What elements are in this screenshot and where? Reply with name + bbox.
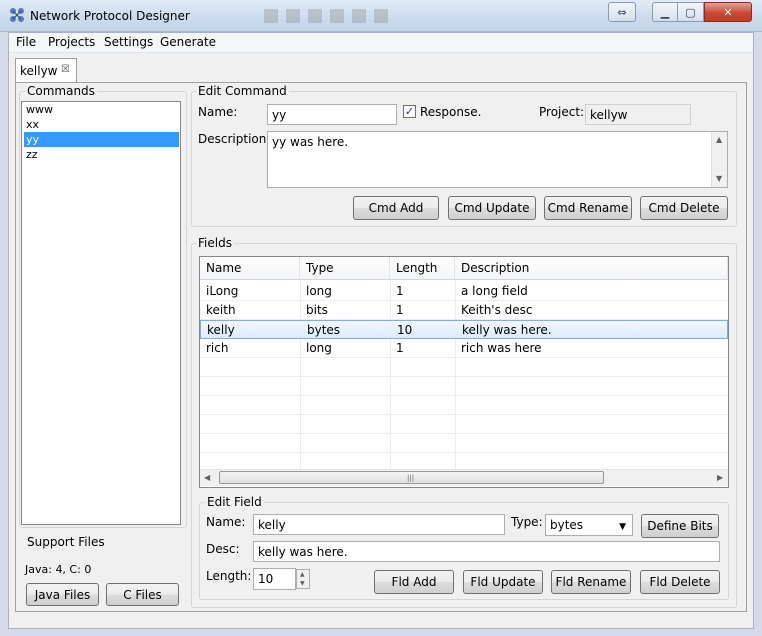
table-row-empty (200, 434, 728, 453)
chevron-down-icon: ▼ (619, 522, 626, 532)
java-files-button[interactable]: Java Files (26, 583, 99, 606)
menu-file[interactable]: File (16, 35, 36, 49)
commands-group-label: Commands (25, 84, 97, 98)
table-row-empty (200, 377, 728, 396)
cell-length: 1 (396, 341, 404, 355)
cell-description: a long field (461, 284, 528, 298)
table-row[interactable]: iLong long 1 a long field (200, 282, 728, 301)
field-name-input[interactable]: kelly (253, 514, 505, 535)
edit-command-label: Edit Command (196, 84, 289, 98)
column-header-type[interactable]: Type (300, 257, 390, 280)
command-name-input[interactable]: yy (267, 104, 397, 125)
cmd-delete-button[interactable]: Cmd Delete (640, 196, 728, 220)
support-files-label: Support Files (25, 535, 107, 549)
background-toolbar-ghost (264, 9, 388, 23)
cell-description: Keith's desc (461, 303, 533, 317)
cell-name: rich (206, 341, 229, 355)
scroll-down-icon[interactable]: ▼ (716, 174, 722, 183)
list-item[interactable]: yy (24, 132, 179, 147)
scroll-right-icon[interactable]: ▶ (717, 473, 723, 482)
project-label: Project: (539, 105, 585, 119)
field-desc-input[interactable]: kelly was here. (253, 541, 720, 562)
edit-field-label: Edit Field (205, 495, 264, 509)
cmd-rename-button[interactable]: Cmd Rename (544, 196, 632, 220)
menu-settings[interactable]: Settings (104, 35, 153, 49)
fields-table[interactable]: Name Type Length Description iLong long … (199, 256, 729, 488)
response-checkbox[interactable]: ✓ (403, 105, 416, 118)
column-header-length[interactable]: Length (390, 257, 455, 280)
window-title: Network Protocol Designer (30, 9, 190, 23)
tab-close-icon[interactable]: ☒ (61, 64, 70, 75)
table-row-empty (200, 396, 728, 415)
length-spinner[interactable]: ▲ ▼ (296, 569, 310, 589)
fld-rename-button[interactable]: Fld Rename (551, 570, 631, 594)
response-label: Response. (420, 105, 482, 119)
spinner-down-icon[interactable]: ▼ (300, 580, 305, 587)
cell-type: long (306, 341, 332, 355)
cell-length: 1 (396, 284, 404, 298)
maximize-button[interactable]: ▢ (678, 2, 704, 22)
cell-name: keith (206, 303, 236, 317)
minimize-button[interactable]: ▁ (652, 2, 678, 22)
fld-update-button[interactable]: Fld Update (463, 570, 543, 594)
close-button[interactable]: ✕ (704, 2, 752, 22)
table-row[interactable]: rich long 1 rich was here (200, 339, 728, 358)
field-type-select[interactable]: bytes ▼ (545, 514, 633, 536)
cmd-add-button[interactable]: Cmd Add (353, 196, 439, 220)
cell-length: 1 (396, 303, 404, 317)
field-length-label: Length: (206, 569, 252, 583)
table-row[interactable]: keith bits 1 Keith's desc (200, 301, 728, 320)
support-files-status: Java: 4, C: 0 (25, 563, 92, 576)
description-scrollbar[interactable]: ▲ ▼ (711, 132, 727, 187)
command-description-input[interactable]: yy was here. (267, 131, 728, 188)
cell-description: kelly was here. (462, 323, 552, 337)
table-row-empty (200, 415, 728, 434)
cmd-update-button[interactable]: Cmd Update (448, 196, 536, 220)
column-header-name[interactable]: Name (200, 257, 300, 280)
fld-delete-button[interactable]: Fld Delete (640, 570, 720, 594)
network-app-icon (10, 8, 24, 22)
cell-type: bytes (307, 323, 341, 337)
table-row-empty (200, 358, 728, 377)
menu-generate[interactable]: Generate (160, 35, 216, 49)
commands-list[interactable]: www xx yy zz (21, 101, 181, 525)
scroll-up-icon[interactable]: ▲ (716, 135, 722, 144)
define-bits-button[interactable]: Define Bits (641, 514, 719, 538)
column-header-description[interactable]: Description (455, 257, 728, 280)
spinner-up-icon[interactable]: ▲ (300, 571, 305, 578)
list-item[interactable]: www (24, 102, 179, 117)
field-length-input[interactable]: 10 (253, 568, 296, 590)
cell-length: 10 (397, 323, 413, 337)
fields-label: Fields (196, 236, 234, 250)
field-name-label: Name: (206, 515, 246, 529)
description-label: Description: (198, 132, 271, 146)
scroll-grip-icon: ||| (407, 474, 415, 482)
scroll-left-icon[interactable]: ◀ (204, 473, 210, 482)
table-row-selected[interactable]: kelly bytes 10 kelly was here. (200, 320, 728, 339)
cell-type: bits (306, 303, 328, 317)
cell-description: rich was here (461, 341, 542, 355)
field-type-label: Type: (511, 515, 543, 529)
cell-name: iLong (206, 284, 239, 298)
list-item[interactable]: zz (24, 147, 179, 162)
fld-add-button[interactable]: Fld Add (374, 570, 454, 594)
project-field: kellyw (585, 104, 691, 125)
restore-icon[interactable]: ⇔ (608, 2, 636, 22)
field-type-value: bytes (550, 518, 584, 532)
name-label: Name: (198, 105, 238, 119)
cell-name: kelly (207, 323, 235, 337)
menu-projects[interactable]: Projects (48, 35, 95, 49)
list-item[interactable]: xx (24, 117, 179, 132)
field-desc-label: Desc: (206, 542, 240, 556)
c-files-button[interactable]: C Files (106, 583, 179, 606)
description-text: yy was here. (272, 135, 349, 149)
cell-type: long (306, 284, 332, 298)
tab-label: kellyw (20, 64, 58, 78)
